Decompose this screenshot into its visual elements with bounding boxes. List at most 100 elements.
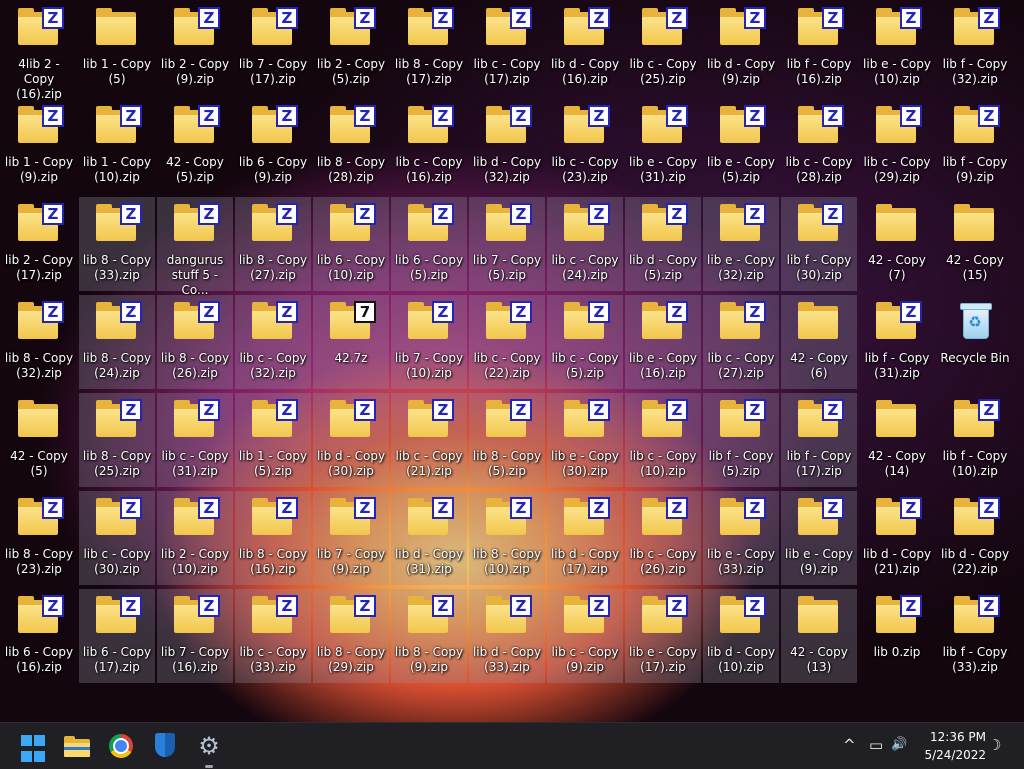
desktop-icon[interactable]: Zlib f - Copy (9).zip <box>937 99 1013 193</box>
desktop-icon[interactable]: Zlib 6 - Copy (9).zip <box>235 99 311 193</box>
desktop-icon[interactable]: Zlib d - Copy (32).zip <box>469 99 545 193</box>
desktop-icon[interactable]: Zlib e - Copy (31).zip <box>625 99 701 193</box>
desktop-icon[interactable]: Zlib d - Copy (5).zip <box>625 197 701 291</box>
desktop-icon[interactable]: Zlib 2 - Copy (9).zip <box>157 1 233 95</box>
desktop-icon[interactable]: Zlib c - Copy (10).zip <box>625 393 701 487</box>
desktop-icon[interactable]: Zlib 8 - Copy (10).zip <box>469 491 545 585</box>
desktop-icon[interactable]: Zlib 8 - Copy (24).zip <box>79 295 155 389</box>
desktop-icon[interactable]: Zlib c - Copy (16).zip <box>391 99 467 193</box>
desktop-icon[interactable]: 42 - Copy (7) <box>859 197 935 291</box>
desktop-icon[interactable]: Zlib 7 - Copy (17).zip <box>235 1 311 95</box>
desktop-icon[interactable]: Zlib c - Copy (29).zip <box>859 99 935 193</box>
clock[interactable]: 12:36 PM 5/24/2022 <box>912 728 986 764</box>
desktop-icon[interactable]: ♻ Recycle Bin <box>937 295 1013 389</box>
desktop-icon[interactable]: Zlib c - Copy (5).zip <box>547 295 623 389</box>
desktop-icon[interactable]: Zlib c - Copy (25).zip <box>625 1 701 95</box>
desktop-icon[interactable]: Zlib d - Copy (31).zip <box>391 491 467 585</box>
desktop-icon[interactable]: Zlib 8 - Copy (33).zip <box>79 197 155 291</box>
file-explorer-button[interactable] <box>62 731 92 761</box>
desktop-icon[interactable]: Zlib c - Copy (31).zip <box>157 393 233 487</box>
desktop-icon[interactable]: Zlib 2 - Copy (10).zip <box>157 491 233 585</box>
desktop-icon[interactable]: Zlib c - Copy (9).zip <box>547 589 623 683</box>
desktop-icon[interactable]: Zlib d - Copy (22).zip <box>937 491 1013 585</box>
desktop-icon[interactable]: Zlib c - Copy (32).zip <box>235 295 311 389</box>
desktop-icon[interactable]: Zlib 1 - Copy (5).zip <box>235 393 311 487</box>
desktop-icon[interactable]: Zlib f - Copy (33).zip <box>937 589 1013 683</box>
desktop-icon[interactable]: Zlib d - Copy (9).zip <box>703 1 779 95</box>
desktop[interactable]: Z 4lib 2 - Copy (16).zip lib 1 - Copy (5) Z… <box>0 0 1024 722</box>
desktop-icon[interactable]: Zlib 6 - Copy (16).zip <box>1 589 77 683</box>
desktop-icon[interactable]: Zlib f - Copy (31).zip <box>859 295 935 389</box>
desktop-icon[interactable]: Zlib f - Copy (30).zip <box>781 197 857 291</box>
desktop-icon[interactable]: 42 - Copy (6) <box>781 295 857 389</box>
desktop-icon[interactable]: Zlib e - Copy (30).zip <box>547 393 623 487</box>
volume-icon[interactable]: 🔊 <box>891 735 907 755</box>
desktop-icon[interactable]: Zlib f - Copy (17).zip <box>781 393 857 487</box>
desktop-icon[interactable]: Zlib 2 - Copy (17).zip <box>1 197 77 291</box>
chevron-up-icon[interactable]: ^ <box>843 735 856 755</box>
desktop-icon[interactable]: 42 - Copy (14) <box>859 393 935 487</box>
desktop-icon[interactable]: Zlib c - Copy (24).zip <box>547 197 623 291</box>
desktop-icon[interactable]: Zlib d - Copy (21).zip <box>859 491 935 585</box>
desktop-icon[interactable]: Z 4lib 2 - Copy (16).zip <box>1 1 77 101</box>
desktop-icon[interactable]: Zlib e - Copy (9).zip <box>781 491 857 585</box>
network-icon[interactable]: ▭ <box>869 735 883 755</box>
desktop-icon[interactable]: Zlib 8 - Copy (27).zip <box>235 197 311 291</box>
desktop-icon[interactable]: Zlib c - Copy (30).zip <box>79 491 155 585</box>
start-button[interactable] <box>17 731 55 769</box>
desktop-icon[interactable]: Zlib c - Copy (26).zip <box>625 491 701 585</box>
settings-button[interactable]: ⚙ <box>194 731 224 768</box>
desktop-icon[interactable]: Zlib 7 - Copy (9).zip <box>313 491 389 585</box>
desktop-icon[interactable]: Zlib c - Copy (27).zip <box>703 295 779 389</box>
desktop-icon[interactable]: Zlib f - Copy (16).zip <box>781 1 857 95</box>
desktop-icon[interactable]: 7 42.7z <box>313 295 389 389</box>
moon-icon[interactable]: ☽ <box>988 735 1001 755</box>
desktop-icon[interactable]: Zlib 1 - Copy (9).zip <box>1 99 77 193</box>
desktop-icon[interactable]: Zlib d - Copy (33).zip <box>469 589 545 683</box>
desktop-icon[interactable]: Zdangurus stuff 5 - Co... <box>157 197 233 297</box>
desktop-icon[interactable]: Zlib 8 - Copy (23).zip <box>1 491 77 585</box>
chrome-button[interactable] <box>106 731 136 761</box>
desktop-icon[interactable]: Zlib e - Copy (5).zip <box>703 99 779 193</box>
desktop-icon[interactable]: Zlib f - Copy (5).zip <box>703 393 779 487</box>
desktop-icon[interactable]: 42 - Copy (13) <box>781 589 857 683</box>
desktop-icon[interactable]: Zlib e - Copy (10).zip <box>859 1 935 95</box>
desktop-icon[interactable]: Zlib e - Copy (17).zip <box>625 589 701 683</box>
desktop-icon[interactable]: Zlib d - Copy (17).zip <box>547 491 623 585</box>
desktop-icon[interactable]: Zlib d - Copy (30).zip <box>313 393 389 487</box>
desktop-icon[interactable]: lib 1 - Copy (5) <box>79 1 155 95</box>
desktop-icon[interactable]: Z 42 - Copy (5).zip <box>157 99 233 193</box>
desktop-icon[interactable]: Zlib e - Copy (32).zip <box>703 197 779 291</box>
desktop-icon[interactable]: Zlib 7 - Copy (16).zip <box>157 589 233 683</box>
desktop-icon[interactable]: Zlib c - Copy (28).zip <box>781 99 857 193</box>
security-button[interactable] <box>150 731 180 761</box>
desktop-icon[interactable]: Zlib 8 - Copy (9).zip <box>391 589 467 683</box>
desktop-icon[interactable]: Zlib 6 - Copy (5).zip <box>391 197 467 291</box>
desktop-icon[interactable]: Zlib e - Copy (33).zip <box>703 491 779 585</box>
desktop-icon[interactable]: Zlib f - Copy (32).zip <box>937 1 1013 95</box>
desktop-icon[interactable]: Zlib f - Copy (10).zip <box>937 393 1013 487</box>
desktop-icon[interactable]: 42 - Copy (5) <box>1 393 77 487</box>
desktop-icon[interactable]: Zlib c - Copy (33).zip <box>235 589 311 683</box>
desktop-icon[interactable]: Zlib c - Copy (23).zip <box>547 99 623 193</box>
desktop-icon[interactable]: Zlib 8 - Copy (25).zip <box>79 393 155 487</box>
desktop-icon[interactable]: Zlib 8 - Copy (32).zip <box>1 295 77 389</box>
desktop-icon[interactable]: Zlib 1 - Copy (10).zip <box>79 99 155 193</box>
desktop-icon[interactable]: Zlib d - Copy (16).zip <box>547 1 623 95</box>
desktop-icon[interactable]: Zlib 8 - Copy (29).zip <box>313 589 389 683</box>
desktop-icon[interactable]: Zlib d - Copy (10).zip <box>703 589 779 683</box>
desktop-icon[interactable]: Zlib 7 - Copy (5).zip <box>469 197 545 291</box>
desktop-icon[interactable]: Zlib e - Copy (16).zip <box>625 295 701 389</box>
desktop-icon[interactable]: Zlib 8 - Copy (5).zip <box>469 393 545 487</box>
desktop-icon[interactable]: Zlib 7 - Copy (10).zip <box>391 295 467 389</box>
desktop-icon[interactable]: Zlib c - Copy (21).zip <box>391 393 467 487</box>
desktop-icon[interactable]: Zlib 0.zip <box>859 589 935 683</box>
desktop-icon[interactable]: Zlib 8 - Copy (17).zip <box>391 1 467 95</box>
desktop-icon[interactable]: Zlib 2 - Copy (5).zip <box>313 1 389 95</box>
desktop-icon[interactable]: Zlib c - Copy (22).zip <box>469 295 545 389</box>
desktop-icon[interactable]: Zlib 6 - Copy (10).zip <box>313 197 389 291</box>
desktop-icon[interactable]: Zlib 8 - Copy (28).zip <box>313 99 389 193</box>
desktop-icon[interactable]: 42 - Copy (15) <box>937 197 1013 291</box>
desktop-icon[interactable]: Zlib c - Copy (17).zip <box>469 1 545 95</box>
desktop-icon[interactable]: Zlib 8 - Copy (26).zip <box>157 295 233 389</box>
